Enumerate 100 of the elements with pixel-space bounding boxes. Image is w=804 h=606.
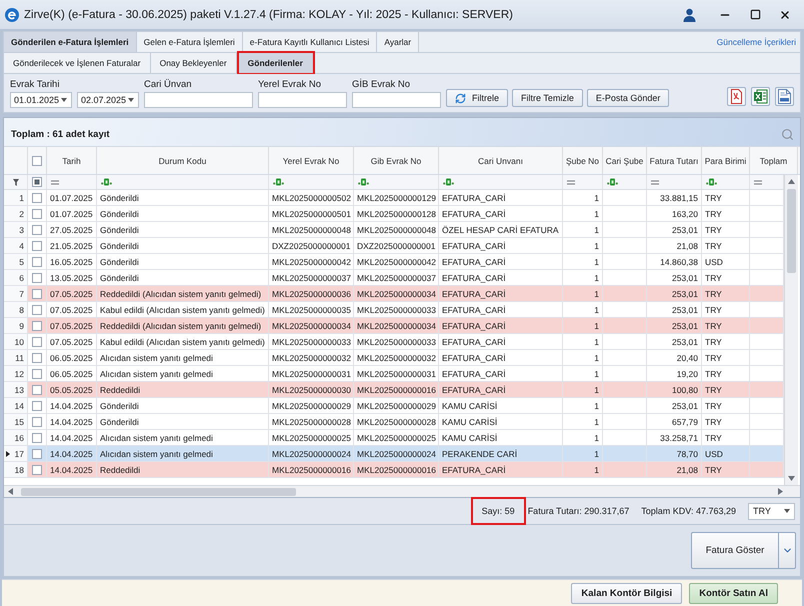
row-checkbox[interactable] bbox=[32, 288, 42, 298]
show-invoice-button[interactable]: Fatura Göster bbox=[691, 532, 779, 569]
text-filter-icon[interactable] bbox=[706, 178, 717, 186]
tab[interactable]: Gönderilecek ve İşlenen Faturalar bbox=[4, 53, 151, 73]
row-checkbox[interactable] bbox=[32, 448, 42, 458]
scrollbar-thumb[interactable] bbox=[787, 189, 796, 273]
table-cell: 253,01 bbox=[672, 336, 698, 346]
table-cell: TRY bbox=[705, 240, 722, 250]
vertical-scrollbar[interactable] bbox=[784, 175, 798, 485]
credit-info-button[interactable]: Kalan Kontör Bilgisi bbox=[571, 582, 682, 604]
table-row[interactable]: 9 07.05.2025 Reddedildi (Alıcıdan sistem yanıtı gelmedi) MKL2025000000034 MKL2025000000034 EFATURA_CARİ 1 253,01 TRY bbox=[4, 318, 784, 334]
row-checkbox[interactable] bbox=[32, 352, 42, 362]
column-header[interactable]: Yerel Evrak No bbox=[282, 156, 340, 166]
text-filter-icon[interactable] bbox=[273, 178, 284, 186]
clear-filter-button[interactable]: Filtre Temizle bbox=[512, 89, 583, 107]
left-arrow-icon[interactable] bbox=[8, 488, 12, 495]
table-row[interactable]: 4 21.05.2025 Gönderildi DXZ2025000000001 DXZ2025000000001 EFATURA_CARİ 1 21,08 TRY bbox=[4, 238, 784, 254]
table-row[interactable]: 17 14.04.2025 Alıcıdan sistem yanıtı gelmedi MKL2025000000024 MKL2025000000024 PERAKENDE CARİ 1 78,70 USD bbox=[4, 446, 784, 462]
table-row[interactable]: 12 06.05.2025 Alıcıdan sistem yanıtı gelmedi MKL2025000000031 MKL2025000000031 EFATURA_CARİ 1 19,20 TRY bbox=[4, 366, 784, 382]
column-header[interactable]: Toplam bbox=[760, 156, 788, 166]
select-all-checkbox[interactable] bbox=[32, 156, 42, 166]
date-field[interactable]: 01.01.2025 bbox=[10, 92, 72, 108]
text-field[interactable] bbox=[144, 92, 253, 108]
table-row[interactable]: 18 14.04.2025 Reddedildi MKL2025000000016 MKL2025000000016 EFATURA_CARİ 1 21,08 TRY bbox=[4, 462, 784, 478]
filter-button[interactable]: Filtrele bbox=[446, 89, 508, 107]
table-row[interactable]: 16 14.04.2025 Alıcıdan sistem yanıtı gelmedi MKL2025000000025 MKL2025000000025 KAMU CARİSİ 1 33.258,71 TRY bbox=[4, 430, 784, 446]
table-row[interactable]: 1 01.07.2025 Gönderildi MKL2025000000502 MKL2025000000129 EFATURA_CARİ 1 33.881,15 TRY bbox=[4, 190, 784, 206]
text-filter-icon[interactable] bbox=[607, 178, 618, 186]
row-checkbox[interactable] bbox=[32, 240, 42, 250]
row-checkbox[interactable] bbox=[32, 416, 42, 426]
excel-export-button[interactable] bbox=[751, 87, 770, 106]
column-header[interactable]: Gib Evrak No bbox=[370, 156, 422, 166]
row-checkbox[interactable] bbox=[32, 256, 42, 266]
row-checkbox[interactable] bbox=[32, 224, 42, 234]
column-header[interactable]: Para Birimi bbox=[704, 156, 746, 166]
equals-icon[interactable] bbox=[651, 180, 659, 184]
text-field[interactable] bbox=[352, 92, 441, 108]
row-checkbox[interactable] bbox=[32, 272, 42, 282]
buy-credit-button[interactable]: Kontör Satın Al bbox=[689, 582, 778, 604]
row-checkbox[interactable] bbox=[32, 464, 42, 474]
row-checkbox[interactable] bbox=[32, 208, 42, 218]
row-checkbox[interactable] bbox=[32, 320, 42, 330]
date-field[interactable]: 02.07.2025 bbox=[77, 92, 139, 108]
xml-export-button[interactable] bbox=[775, 87, 794, 106]
text-filter-icon[interactable] bbox=[443, 178, 454, 186]
scrollbar-thumb[interactable] bbox=[21, 488, 296, 496]
table-row[interactable]: 15 14.04.2025 Gönderildi MKL2025000000028 MKL2025000000028 KAMU CARİSİ 1 657,79 TRY bbox=[4, 414, 784, 430]
search-icon[interactable] bbox=[781, 128, 794, 140]
text-field[interactable] bbox=[258, 92, 347, 108]
table-row[interactable]: 5 16.05.2025 Gönderildi MKL2025000000042 MKL2025000000042 EFATURA_CARİ 1 14.860,38 USD bbox=[4, 254, 784, 270]
right-arrow-icon[interactable] bbox=[778, 488, 782, 495]
column-header[interactable]: Cari Şube bbox=[606, 156, 644, 166]
currency-select[interactable]: TRY bbox=[748, 502, 795, 520]
equals-icon[interactable] bbox=[754, 180, 762, 184]
table-row[interactable]: 8 07.05.2025 Kabul edildi (Alıcıdan sistem yanıtı gelmedi) MKL2025000000035 MKL2025000000033 EFATURA_CARİ 1 253,01 TRY bbox=[4, 302, 784, 318]
column-header[interactable]: Fatura Tutarı bbox=[650, 156, 698, 166]
row-checkbox[interactable] bbox=[32, 432, 42, 442]
table-cell: 13.05.2025 bbox=[50, 272, 93, 282]
row-number: 15 bbox=[14, 416, 24, 426]
row-checkbox[interactable] bbox=[32, 400, 42, 410]
row-checkbox[interactable] bbox=[32, 336, 42, 346]
tab[interactable]: Ayarlar bbox=[377, 32, 420, 52]
row-checkbox[interactable] bbox=[32, 368, 42, 378]
table-row[interactable]: 10 07.05.2025 Kabul edildi (Alıcıdan sistem yanıtı gelmedi) MKL2025000000033 MKL2025000000033 EFATURA_CARİ 1 253,01 TRY bbox=[4, 334, 784, 350]
row-checkbox[interactable] bbox=[32, 304, 42, 314]
equals-icon[interactable] bbox=[567, 180, 575, 184]
pdf-export-button[interactable] bbox=[727, 87, 746, 106]
tab[interactable]: Onay Bekleyenler bbox=[150, 53, 237, 73]
text-filter-icon[interactable] bbox=[358, 178, 369, 186]
tab[interactable]: Gönderilenler bbox=[238, 53, 313, 73]
table-row[interactable]: 6 13.05.2025 Gönderildi MKL2025000000037 MKL2025000000037 EFATURA_CARİ 1 253,01 TRY bbox=[4, 270, 784, 286]
tab[interactable]: Gelen e-Fatura İşlemleri bbox=[136, 32, 243, 52]
row-number: 14 bbox=[14, 400, 24, 410]
equals-icon[interactable] bbox=[51, 180, 59, 184]
user-icon[interactable] bbox=[683, 8, 696, 22]
column-header[interactable]: Şube No bbox=[566, 156, 600, 166]
row-checkbox[interactable] bbox=[32, 192, 42, 202]
column-header[interactable]: Durum Kodu bbox=[158, 156, 206, 166]
table-cell: TRY bbox=[705, 432, 722, 442]
row-checkbox[interactable] bbox=[32, 384, 42, 394]
column-header[interactable]: Tarih bbox=[62, 156, 81, 166]
filter-checkbox-icon[interactable] bbox=[32, 177, 42, 187]
send-email-button[interactable]: E-Posta Gönder bbox=[586, 89, 670, 107]
dropdown-button[interactable] bbox=[779, 532, 796, 569]
row-number: 16 bbox=[14, 432, 24, 442]
table-row[interactable]: 7 07.05.2025 Reddedildi (Alıcıdan sistem yanıtı gelmedi) MKL2025000000036 MKL2025000000034 EFATURA_CARİ 1 253,01 TRY bbox=[4, 286, 784, 302]
tab[interactable]: e-Fatura Kayıtlı Kullanıcı Listesi bbox=[242, 32, 378, 52]
tab[interactable]: Gönderilen e-Fatura İşlemleri bbox=[4, 32, 137, 52]
table-row[interactable]: 3 27.05.2025 Gönderildi MKL2025000000048 MKL2025000000048 ÖZEL HESAP CARİ EFATURA 1 253,01 TRY bbox=[4, 222, 784, 238]
table-cell: TRY bbox=[705, 400, 722, 410]
table-row[interactable]: 11 06.05.2025 Alıcıdan sistem yanıtı gelmedi MKL2025000000032 MKL2025000000032 EFATURA_CARİ 1 20,40 TRY bbox=[4, 350, 784, 366]
table-row[interactable]: 13 05.05.2025 Reddedildi MKL2025000000030 MKL2025000000016 EFATURA_CARİ 1 100,80 TRY bbox=[4, 382, 784, 398]
text-filter-icon[interactable] bbox=[101, 178, 112, 186]
table-row[interactable]: 2 01.07.2025 Gönderildi MKL2025000000501 MKL2025000000128 EFATURA_CARİ 1 163,20 TRY bbox=[4, 206, 784, 222]
column-header[interactable]: Cari Unvanı bbox=[478, 156, 523, 166]
down-arrow-icon[interactable] bbox=[788, 476, 795, 481]
table-row[interactable]: 14 14.04.2025 Gönderildi MKL2025000000029 MKL2025000000029 KAMU CARİSİ 1 253,01 TRY bbox=[4, 398, 784, 414]
update-notes-link[interactable]: Güncelleme İçerikleri bbox=[716, 37, 800, 47]
up-arrow-icon[interactable] bbox=[788, 179, 795, 184]
app-logo-icon bbox=[5, 8, 19, 22]
